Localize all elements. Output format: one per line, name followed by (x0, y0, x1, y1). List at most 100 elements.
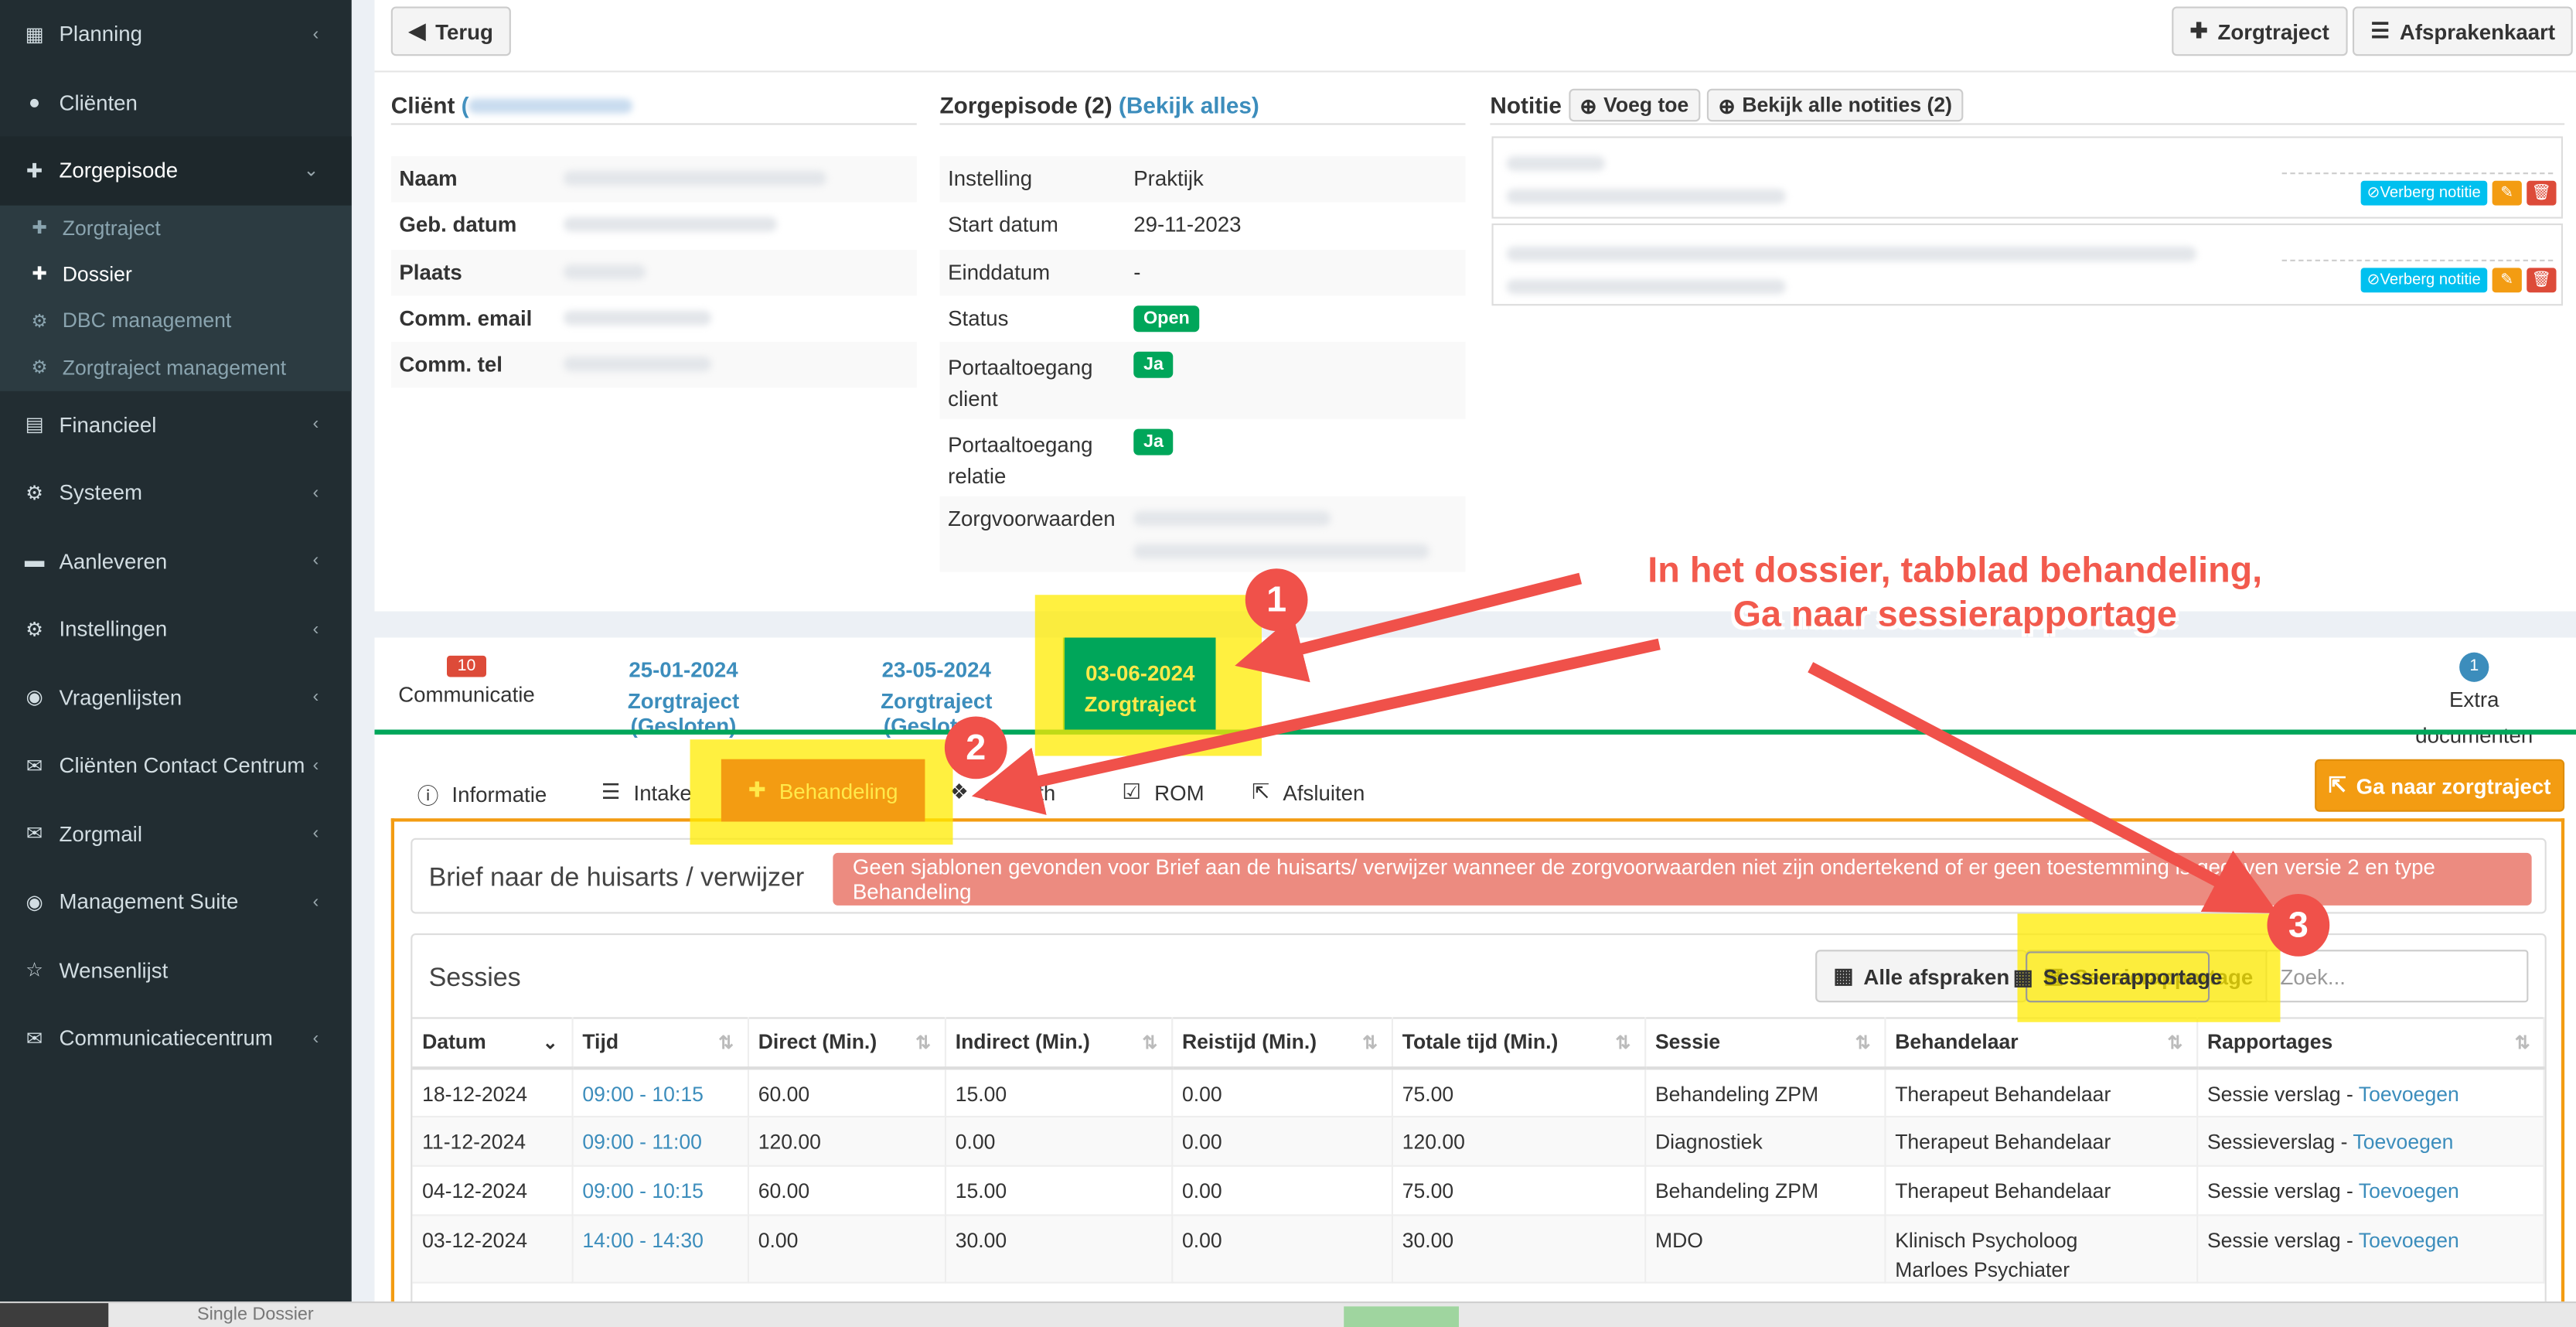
portaal-relatie-badge: Ja (1133, 429, 1174, 456)
sessierapportage-button-overlay[interactable]: ▦ Sessierapportage (2013, 951, 2222, 1003)
search-input[interactable]: Zoek... (2265, 950, 2529, 1003)
behandeling-tab-overlay[interactable]: ✚ Behandeling (721, 759, 925, 822)
sidebar-subitem-dossier[interactable]: ✚ Dossier (0, 251, 352, 298)
gear-icon: ⚙ (31, 312, 48, 332)
column-header-totale-tijd[interactable]: Totale tijd (Min.) ⇅ (1391, 1017, 1646, 1069)
column-header-sessie[interactable]: Sessie ⇅ (1644, 1017, 1886, 1069)
column-header-tijd[interactable]: Tijd ⇅ (571, 1017, 748, 1069)
sidebar-item-communicatiecentrum[interactable]: ✉ Communicatiecentrum ‹ (0, 1005, 352, 1073)
cell-behandelaar: Therapeut Behandelaar (1884, 1067, 2198, 1117)
sidebar-item-clienten-contact-centrum[interactable]: ✉ Cliënten Contact Centrum ‹ (0, 732, 352, 800)
episode-row: Start datum 29-11-2023 (940, 203, 1466, 249)
subtab-label: Intake (633, 779, 692, 805)
status-badge: Open (1133, 305, 1200, 333)
cell-tijd-link[interactable]: 09:00 - 10:15 (571, 1165, 748, 1216)
divider (390, 123, 917, 125)
tab-zorgtraject-25-01-2024[interactable]: 25-01-2024 Zorgtraject (Gesloten) (581, 651, 785, 738)
add-note-button[interactable]: ⊕ Voeg toe (1568, 88, 1701, 122)
column-header-reistijd[interactable]: Reistijd (Min.) ⇅ (1171, 1017, 1392, 1069)
sidebar-item-zorgepisode[interactable]: ✚ Zorgepisode ⌄ (0, 136, 352, 205)
afsprakenkaart-button-label: Afsprakenkaart (2399, 19, 2556, 44)
sidebar-item-financieel[interactable]: ▤ Financieel ‹ (0, 391, 352, 459)
cell-tijd-link[interactable]: 09:00 - 10:15 (571, 1067, 748, 1117)
view-all-notes-label: Bekijk alle notities (2) (1742, 94, 1952, 117)
cell-tijd-link[interactable]: 14:00 - 14:30 (571, 1215, 748, 1284)
sidebar-item-wensenlijst[interactable]: ☆ Wensenlijst (0, 936, 352, 1005)
column-header-direct[interactable]: Direct (Min.) ⇅ (747, 1017, 946, 1069)
sidebar-item-instellingen[interactable]: ⚙ Instellingen ‹ (0, 595, 352, 664)
client-overview-panel: ◀ Terug ✚ Zorgtraject ☰ Afsprakenkaart Clië… (374, 0, 2576, 612)
sidebar-item-label: Systeem (59, 480, 142, 506)
sidebar-item-vragenlijsten[interactable]: ◉ Vragenlijsten ‹ (0, 664, 352, 732)
tab-extra-documenten[interactable]: 1 Extra documenten (2389, 651, 2560, 755)
sessies-title: Sessies (428, 964, 521, 993)
subtab-rom[interactable]: ☑ ROM (1122, 779, 1204, 805)
client-value-blurred (563, 356, 712, 372)
arrow-left-circle-icon: ◀ (409, 18, 426, 43)
hide-note-button[interactable]: ⊘ Verberg notitie (2360, 180, 2488, 206)
trash-icon[interactable]: 🗑 (2527, 268, 2557, 293)
medkit-icon: ✚ (32, 265, 47, 285)
behandeling-tab-content: Brief naar de huisarts / verwijzer Geen … (390, 818, 2565, 1327)
subtab-intake[interactable]: ☰ Intake (601, 779, 692, 805)
column-header-datum[interactable]: Datum ⌄ (412, 1017, 573, 1069)
chevron-down-icon: ⌄ (303, 161, 319, 182)
edit-icon[interactable]: ✎ (2492, 268, 2522, 293)
zorgtraject-button[interactable]: ✚ Zorgtraject (2172, 6, 2348, 56)
table-row: 11-12-2024 09:00 - 11:00 120.00 0.00 0.0… (412, 1116, 2545, 1167)
chevron-left-icon: ‹ (312, 687, 319, 708)
zorgvoorwaarden-blurred (1133, 507, 1429, 559)
zorgepisode-title-text: Zorgepisode (2) (939, 92, 1113, 118)
chevron-left-icon: ‹ (312, 756, 319, 776)
sidebar-item-clienten[interactable]: ● Cliënten (0, 68, 352, 136)
cell-reistijd: 0.00 (1171, 1165, 1392, 1216)
toevoegen-link[interactable]: Toevoegen (2359, 1230, 2459, 1253)
extra-count-badge: 1 (2459, 652, 2489, 682)
back-button[interactable]: ◀ Terug (390, 6, 512, 56)
sidebar-item-zorgmail[interactable]: ✉ Zorgmail ‹ (0, 800, 352, 868)
tab-communicatie[interactable]: 10 Communicatie (397, 651, 536, 714)
subtab-ehealth[interactable]: ❖ eHealth (949, 779, 1055, 805)
cogs-icon: ⚙ (26, 481, 44, 505)
alle-afspraken-button[interactable]: ▦ Alle afspraken (1815, 950, 2028, 1003)
column-label: Tijd (582, 1030, 619, 1054)
sidebar-item-aanleveren[interactable]: ▬ Aanleveren ‹ (0, 527, 352, 595)
afsprakenkaart-button[interactable]: ☰ Afsprakenkaart (2353, 6, 2574, 56)
trash-icon[interactable]: 🗑 (2527, 180, 2557, 206)
note-actions: ⊘ Verberg notitie ✎ 🗑 (2360, 268, 2557, 293)
zorgepisode-details: Instelling Praktijk Start datum 29-11-2023… (939, 155, 1466, 572)
envelope-icon: ✉ (26, 1026, 43, 1050)
client-value-blurred (563, 310, 712, 326)
sidebar-subitem-dbc-management[interactable]: ⚙ DBC management (0, 298, 352, 344)
chevron-left-icon: ‹ (312, 1029, 319, 1049)
tab-zorgtraject-23-05-2024[interactable]: 23-05-2024 Zorgtraject (Gesloten) (835, 651, 1039, 738)
sidebar-item-systeem[interactable]: ⚙ Systeem ‹ (0, 459, 352, 527)
hide-note-button[interactable]: ⊘ Verberg notitie (2360, 268, 2488, 293)
sidebar-item-management-suite[interactable]: ◉ Management Suite ‹ (0, 868, 352, 936)
column-header-rapportages[interactable]: Rapportages ⇅ (2196, 1017, 2545, 1069)
ga-naar-zorgtraject-button[interactable]: ⇱ Ga naar zorgtraject (2315, 759, 2565, 812)
sidebar-item-label: Aanleveren (59, 548, 168, 574)
column-header-indirect[interactable]: Indirect (Min.) ⇅ (944, 1017, 1173, 1069)
cell-tijd-link[interactable]: 09:00 - 11:00 (571, 1116, 748, 1167)
toevoegen-link[interactable]: Toevoegen (2359, 1082, 2459, 1105)
sidebar-item-planning[interactable]: ▦ Planning ‹ (0, 0, 352, 68)
episode-field-label: Einddatum (948, 258, 1051, 284)
subtab-informatie[interactable]: ⓘ Informatie (417, 779, 547, 810)
edit-icon[interactable]: ✎ (2492, 180, 2522, 206)
taskbar-green-block (1344, 1306, 1459, 1327)
bekijk-alles-link[interactable]: (Bekijk alles) (1119, 92, 1259, 118)
divider (939, 123, 1466, 125)
cell-rapportages: Sessie verslag - Toevoegen (2196, 1215, 2545, 1284)
toevoegen-link[interactable]: Toevoegen (2353, 1131, 2453, 1154)
column-header-behandelaar[interactable]: Behandelaar ⇅ (1884, 1017, 2198, 1069)
subtab-afsluiten[interactable]: ⇱ Afsluiten (1252, 779, 1365, 805)
cell-indirect: 15.00 (944, 1165, 1173, 1216)
cell-sessie: MDO (1644, 1215, 1886, 1284)
toevoegen-link[interactable]: Toevoegen (2359, 1180, 2459, 1203)
sidebar-subitem-label: DBC management (62, 309, 232, 333)
sidebar-subitem-zorgtraject[interactable]: ✚ Zorgtraject (0, 205, 352, 251)
view-all-notes-button[interactable]: ⊕ Bekijk alle notities (2) (1706, 88, 1964, 122)
sidebar-subitem-zorgtraject-management[interactable]: ⚙ Zorgtraject management (0, 344, 352, 391)
client-name-blurred[interactable] (469, 98, 634, 114)
